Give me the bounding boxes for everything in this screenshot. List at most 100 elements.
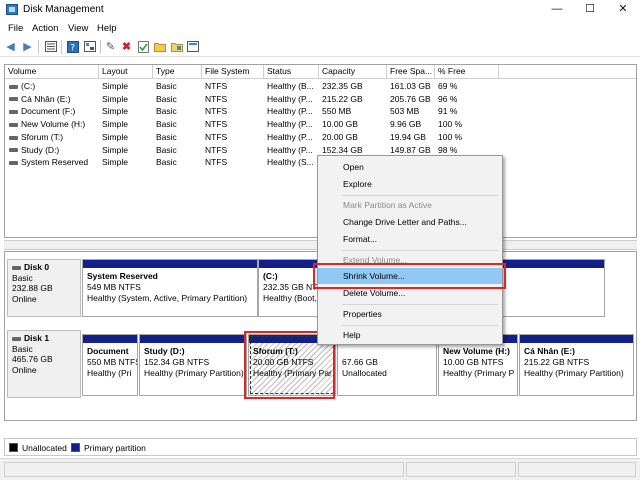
context-item-open[interactable]: Open xyxy=(318,159,502,175)
partition-name: New Volume (H:) xyxy=(443,346,510,356)
check-doc-icon[interactable] xyxy=(137,40,150,53)
cell-text: Cá Nhân (E:) xyxy=(21,93,71,104)
disk-1-label[interactable]: Disk 1 Basic 465.76 GB Online xyxy=(7,330,81,398)
menu-file[interactable]: File xyxy=(8,23,23,34)
column-header-percent-free[interactable]: % Free xyxy=(435,65,499,79)
menu-action[interactable]: Action xyxy=(32,23,58,34)
cell-text: 19.94 GB xyxy=(390,131,426,142)
partition-document[interactable]: Document 550 MB NTFS Healthy (Pri xyxy=(82,334,138,396)
partition-status: Unallocated xyxy=(342,368,387,378)
disk-icon xyxy=(12,265,21,270)
cell-percent-free: 98 % xyxy=(438,144,457,156)
cell-text: 152.34 GB xyxy=(322,144,363,155)
cell-text: Simple xyxy=(102,119,128,130)
forward-arrow-icon[interactable]: ▶ xyxy=(21,40,34,53)
cell-text: Basic xyxy=(156,93,177,104)
partition-name: Study (D:) xyxy=(144,346,185,356)
context-separator xyxy=(342,250,498,251)
cell-layout: Simple xyxy=(102,156,128,168)
cell-status: Healthy (P... xyxy=(267,105,313,117)
cell-type: Basic xyxy=(156,144,177,156)
cell-text: Healthy (P... xyxy=(267,106,313,117)
status-cell-secondary xyxy=(406,462,516,477)
cell-text: NTFS xyxy=(205,93,228,104)
cell-file-system: NTFS xyxy=(205,156,227,168)
legend: Unallocated Primary partition xyxy=(4,438,637,456)
pen-icon[interactable]: ✎ xyxy=(104,40,117,53)
cell-text: New Volume (H:) xyxy=(21,119,86,130)
context-item-format[interactable]: Format... xyxy=(318,231,502,247)
cell-status: Healthy (P... xyxy=(267,131,313,143)
partition-size: 10.00 GB NTFS xyxy=(443,357,504,367)
disk-name: Disk 1 xyxy=(24,333,50,343)
cell-percent-free: 69 % xyxy=(438,80,457,92)
column-header-layout[interactable]: Layout xyxy=(99,65,153,79)
cell-text: Basic xyxy=(156,157,177,168)
disk-0-label[interactable]: Disk 0 Basic 232.88 GB Online xyxy=(7,259,81,317)
title-bar: Disk Management — ☐ ✕ xyxy=(0,0,640,20)
drive-icon xyxy=(9,148,18,153)
cell-free-space: 503 MB xyxy=(390,105,419,117)
cell-volume: Sforum (T:) xyxy=(9,131,63,143)
cell-status: Healthy (B... xyxy=(267,80,314,92)
folder-icon[interactable] xyxy=(170,40,183,53)
column-header-blank xyxy=(499,65,636,79)
legend-unallocated: Unallocated xyxy=(22,443,67,453)
settings-icon[interactable] xyxy=(83,40,96,53)
disk-name: Disk 0 xyxy=(24,262,50,272)
cell-free-space: 161.03 GB xyxy=(390,80,431,92)
cell-type: Basic xyxy=(156,93,177,105)
properties-list-icon[interactable] xyxy=(44,40,57,53)
context-item-change-drive-letter[interactable]: Change Drive Letter and Paths... xyxy=(318,214,502,230)
back-arrow-icon[interactable]: ◀ xyxy=(4,40,17,53)
cell-text: 9.96 GB xyxy=(390,119,422,130)
cell-text: 98 % xyxy=(438,144,458,155)
cell-text: Basic xyxy=(156,81,177,91)
disk-state: Online xyxy=(12,364,37,375)
context-item-mark-active[interactable]: Mark Partition as Active xyxy=(318,197,502,213)
maximize-button[interactable]: ☐ xyxy=(575,1,605,18)
context-item-explore[interactable]: Explore xyxy=(318,176,502,192)
partition-study-d[interactable]: Study (D:) 152.34 GB NTFS Healthy (Prima… xyxy=(139,334,247,396)
cell-capacity: 10.00 GB xyxy=(322,118,358,130)
column-header-volume[interactable]: Volume xyxy=(5,65,99,79)
toolbar-separator xyxy=(61,40,62,54)
partition-size: 215.22 GB NTFS xyxy=(524,357,590,367)
partition-name: Document xyxy=(87,346,129,356)
cell-text: NTFS xyxy=(205,157,228,168)
menu-help[interactable]: Help xyxy=(97,23,117,34)
delete-x-icon[interactable]: ✖ xyxy=(120,40,133,53)
column-header-file-system[interactable]: File System xyxy=(202,65,264,79)
column-header-capacity[interactable]: Capacity xyxy=(319,65,387,79)
column-header-type[interactable]: Type xyxy=(153,65,202,79)
open-folder-icon[interactable] xyxy=(153,40,166,53)
cell-text: 149.87 GB xyxy=(390,144,431,155)
drive-icon xyxy=(9,84,18,89)
console-icon[interactable] xyxy=(186,40,199,53)
cell-text: Basic xyxy=(156,119,177,130)
column-header-free-space[interactable]: Free Spa... xyxy=(387,65,435,79)
column-header-status[interactable]: Status xyxy=(264,65,319,79)
cell-volume: Study (D:) xyxy=(9,144,59,156)
cell-text: NTFS xyxy=(205,131,228,142)
close-button[interactable]: ✕ xyxy=(608,1,638,18)
disk-management-app-icon xyxy=(6,4,18,15)
partition-system-reserved[interactable]: System Reserved 549 MB NTFS Healthy (Sys… xyxy=(82,259,258,317)
cell-text: 503 MB xyxy=(390,106,420,117)
cell-free-space: 9.96 GB xyxy=(390,118,421,130)
minimize-button[interactable]: — xyxy=(542,1,572,18)
cell-text: NTFS xyxy=(205,81,228,91)
context-item-help[interactable]: Help xyxy=(318,327,502,343)
context-item-properties[interactable]: Properties xyxy=(318,306,502,322)
cell-text: NTFS xyxy=(205,119,228,130)
primary-partition-bar xyxy=(83,335,137,343)
help-icon[interactable]: ? xyxy=(66,40,79,53)
drive-icon xyxy=(9,160,18,165)
partition-size: 152.34 GB NTFS xyxy=(144,357,210,367)
cell-text: Basic xyxy=(156,131,177,142)
cell-text: Healthy (P... xyxy=(267,131,313,142)
cell-layout: Simple xyxy=(102,105,128,117)
cell-volume: System Reserved xyxy=(9,156,88,168)
partition-ca-nhan-e[interactable]: Cá Nhân (E:) 215.22 GB NTFS Healthy (Pri… xyxy=(519,334,634,396)
menu-view[interactable]: View xyxy=(68,23,88,34)
